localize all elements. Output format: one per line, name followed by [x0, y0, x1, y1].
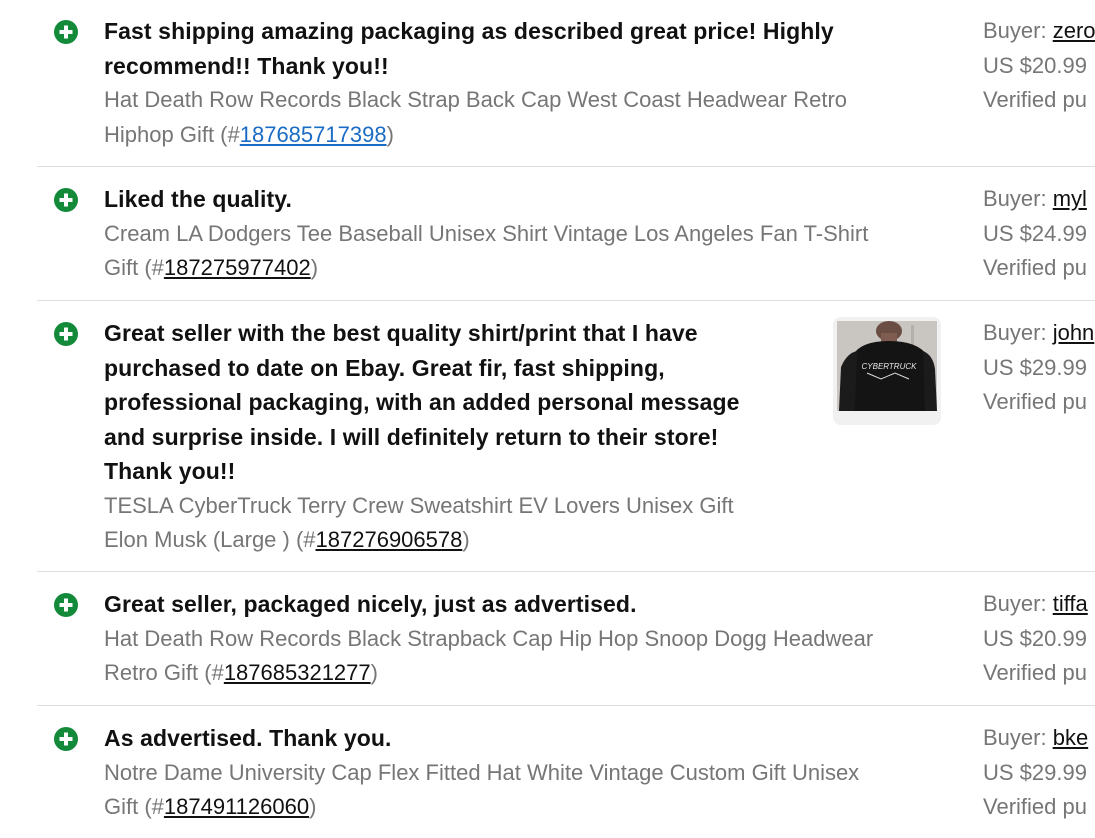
- feedback-row: As advertised. Thank you. Notre Dame Uni…: [37, 706, 1095, 838]
- item-title-line: Gift (#187491126060): [104, 790, 954, 825]
- buyer-label: Buyer:: [983, 186, 1053, 211]
- buyer-link[interactable]: zero: [1053, 18, 1095, 43]
- feedback-photo-thumbnail[interactable]: CYBERTRUCK: [833, 317, 941, 425]
- feedback-comment-line: Great seller with the best quality shirt…: [104, 320, 698, 346]
- feedback-side: Buyer: john US $29.99 Verified pu: [983, 316, 1095, 420]
- feedback-comment: Great seller with the best quality shirt…: [104, 316, 814, 489]
- feedback-main: Fast shipping amazing packaging as descr…: [104, 14, 954, 152]
- buyer-link[interactable]: john: [1053, 320, 1095, 345]
- item-title-line: Hat Death Row Records Black Strapback Ca…: [104, 625, 874, 651]
- feedback-comment-line: Thank you!!: [104, 458, 236, 484]
- verified-purchase: Verified pu: [983, 660, 1087, 685]
- item-title-line: Retro Gift (#187685321277): [104, 656, 954, 691]
- buyer-link[interactable]: myl: [1053, 186, 1087, 211]
- feedback-comment-line: professional packaging, with an added pe…: [104, 389, 740, 415]
- feedback-side: Buyer: tiffa US $20.99 Verified pu: [983, 587, 1095, 691]
- item-description: Cream LA Dodgers Tee Baseball Unisex Shi…: [104, 217, 954, 286]
- item-number-link[interactable]: 187275977402: [164, 255, 311, 280]
- item-title-text: Retro Gift (#: [104, 660, 224, 685]
- buyer-line: Buyer: myl: [983, 182, 1095, 217]
- buyer-link[interactable]: bke: [1053, 725, 1088, 750]
- item-price: US $29.99: [983, 759, 1087, 785]
- feedback-comment-line: Great seller, packaged nicely, just as a…: [104, 591, 637, 617]
- feedback-comment-line: Fast shipping amazing packaging as descr…: [104, 18, 834, 44]
- verified-purchase: Verified pu: [983, 794, 1087, 819]
- buyer-line: Buyer: zero: [983, 14, 1095, 49]
- item-number-link[interactable]: 187491126060: [164, 794, 309, 819]
- feedback-side: Buyer: myl US $24.99 Verified pu: [983, 182, 1095, 286]
- feedback-comment-line: Liked the quality.: [104, 186, 292, 212]
- positive-feedback-icon: [54, 593, 78, 617]
- feedback-row: Great seller, packaged nicely, just as a…: [37, 572, 1095, 706]
- item-price: US $24.99: [983, 220, 1087, 246]
- buyer-label: Buyer:: [983, 591, 1053, 616]
- buyer-label: Buyer:: [983, 725, 1053, 750]
- feedback-comment-line: As advertised. Thank you.: [104, 725, 392, 751]
- feedback-side: Buyer: bke US $29.99 Verified pu: [983, 721, 1095, 825]
- thumbnail-print-text: CYBERTRUCK: [862, 362, 918, 371]
- feedback-main: Great seller with the best quality shirt…: [104, 316, 814, 558]
- positive-feedback-icon: [54, 20, 78, 44]
- positive-feedback-icon: [54, 727, 78, 751]
- feedback-main: As advertised. Thank you. Notre Dame Uni…: [104, 721, 954, 825]
- buyer-line: Buyer: john: [983, 316, 1095, 351]
- positive-feedback-icon: [54, 188, 78, 212]
- feedback-comment-line: recommend!! Thank you!!: [104, 52, 389, 79]
- item-title-text: Hiphop Gift (#: [104, 121, 240, 147]
- item-description: Hat Death Row Records Black Strapback Ca…: [104, 622, 954, 691]
- item-title-text: ): [309, 794, 317, 819]
- item-title-text: ): [462, 527, 470, 552]
- item-description: Notre Dame University Cap Flex Fitted Ha…: [104, 756, 954, 825]
- buyer-line: Buyer: bke: [983, 721, 1095, 756]
- buyer-label: Buyer:: [983, 320, 1053, 345]
- item-title-line: TESLA CyberTruck Terry Crew Sweatshirt E…: [104, 492, 734, 518]
- item-description: Hat Death Row Records Black Strap Back C…: [104, 83, 954, 152]
- item-title-line: Hat Death Row Records Black Strap Back C…: [104, 87, 848, 112]
- item-description: TESLA CyberTruck Terry Crew Sweatshirt E…: [104, 489, 814, 558]
- item-price: US $20.99: [983, 625, 1087, 651]
- feedback-comment: Great seller, packaged nicely, just as a…: [104, 587, 954, 622]
- item-title-text: ): [370, 660, 378, 685]
- feedback-row: Great seller with the best quality shirt…: [37, 301, 1095, 572]
- buyer-link[interactable]: tiffa: [1053, 591, 1088, 616]
- item-title-line: Elon Musk (Large ) (#187276906578): [104, 523, 814, 558]
- feedback-row: Fast shipping amazing packaging as descr…: [37, 0, 1095, 167]
- buyer-line: Buyer: tiffa: [983, 587, 1095, 622]
- feedback-row: Liked the quality. Cream LA Dodgers Tee …: [37, 167, 1095, 301]
- item-number-link[interactable]: 187685321277: [224, 660, 371, 685]
- item-number-link[interactable]: 187276906578: [316, 527, 463, 552]
- item-title-text: Gift (#: [104, 794, 164, 819]
- feedback-comment: Fast shipping amazing packaging as descr…: [104, 14, 954, 83]
- positive-feedback-icon: [54, 322, 78, 346]
- item-number-link[interactable]: 187685717398: [240, 122, 387, 147]
- verified-purchase: Verified pu: [983, 87, 1087, 112]
- item-price: US $29.99: [983, 354, 1087, 380]
- verified-purchase: Verified pu: [983, 389, 1087, 414]
- feedback-comment: As advertised. Thank you.: [104, 721, 954, 756]
- item-title-line: Hiphop Gift (#187685717398): [104, 118, 954, 153]
- feedback-side: Buyer: zero US $20.99 Verified pu: [983, 14, 1095, 118]
- buyer-label: Buyer:: [983, 18, 1053, 43]
- feedback-main: Liked the quality. Cream LA Dodgers Tee …: [104, 182, 954, 286]
- item-title-line: Gift (#187275977402): [104, 251, 954, 286]
- feedback-list: Fast shipping amazing packaging as descr…: [0, 0, 1095, 838]
- item-title-text: Gift (#: [104, 255, 164, 280]
- item-price: US $20.99: [983, 52, 1087, 78]
- feedback-comment-line: purchased to date on Ebay. Great fir, fa…: [104, 354, 665, 381]
- item-title-line: Cream LA Dodgers Tee Baseball Unisex Shi…: [104, 220, 869, 246]
- item-title-line: Notre Dame University Cap Flex Fitted Ha…: [104, 759, 860, 785]
- item-title-text: ): [386, 121, 394, 147]
- verified-purchase: Verified pu: [983, 255, 1087, 280]
- feedback-main: Great seller, packaged nicely, just as a…: [104, 587, 954, 691]
- item-title-text: Elon Musk (Large ) (#: [104, 527, 316, 552]
- feedback-comment: Liked the quality.: [104, 182, 954, 217]
- item-title-text: ): [310, 255, 319, 280]
- feedback-comment-line: and surprise inside. I will definitely r…: [104, 423, 719, 450]
